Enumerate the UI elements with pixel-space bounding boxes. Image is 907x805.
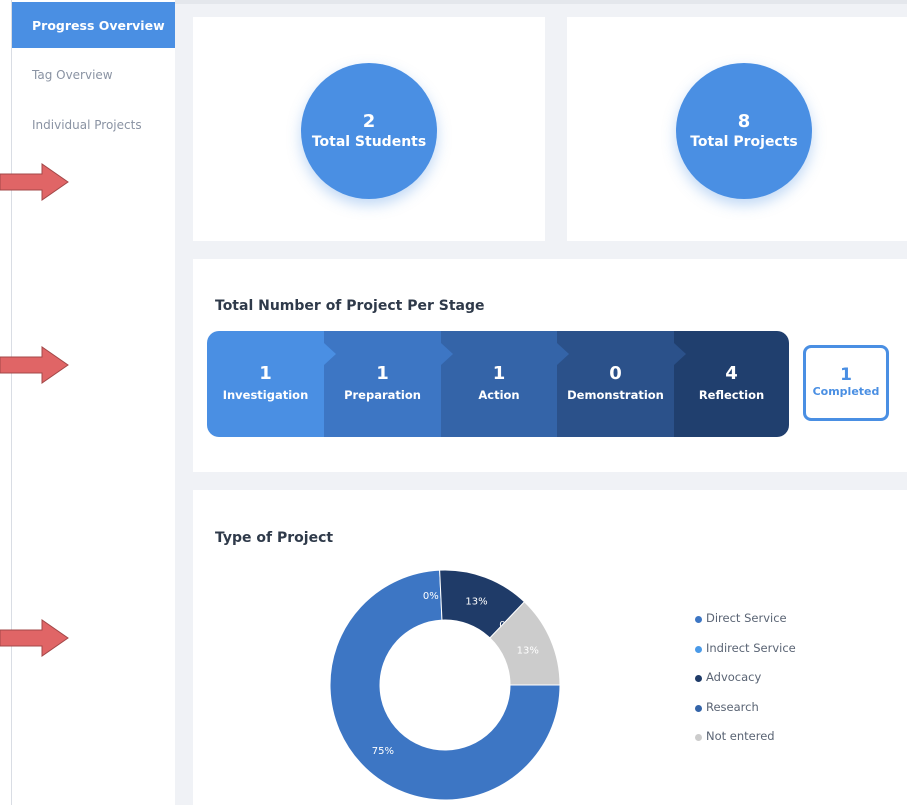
total-projects-value: 8 <box>737 111 751 132</box>
window-edge <box>0 0 12 805</box>
sidebar: Progress Overview Tag Overview Individua… <box>12 0 175 805</box>
legend-item-advocacy[interactable]: Advocacy <box>695 670 796 700</box>
total-projects-bubble: 8 Total Projects <box>676 63 812 199</box>
stage-value: 0 <box>609 363 622 384</box>
stage-label: Investigation <box>222 388 309 402</box>
legend-label: Advocacy <box>706 670 762 684</box>
total-students-label: Total Students <box>311 134 427 150</box>
legend-item-not-entered[interactable]: Not entered <box>695 729 796 759</box>
stage-value: 1 <box>259 363 272 384</box>
sidebar-item-progress-overview[interactable]: Progress Overview <box>12 2 175 48</box>
stage-chevron-icon <box>324 343 336 365</box>
legend-dot-icon <box>695 704 702 712</box>
slice-label-advocacy: 13% <box>465 597 487 608</box>
stage-value: 4 <box>725 363 738 384</box>
legend-label: Research <box>706 699 759 714</box>
stage-pipeline: 1 Investigation 1 Preparation 1 Action 0… <box>207 331 789 437</box>
completed-value: 1 <box>840 365 852 385</box>
total-students-card: 2 Total Students <box>193 17 545 241</box>
stage-label: Preparation <box>344 388 421 402</box>
slice-label-not-entered: 13% <box>517 646 539 657</box>
stage-label: Demonstration <box>567 388 664 402</box>
chart-legend: Direct Service Indirect Service Advocacy… <box>695 611 796 759</box>
stages-title: Total Number of Project Per Stage <box>215 298 485 314</box>
stage-value: 1 <box>492 363 506 384</box>
legend-item-indirect-service[interactable]: Indirect Service <box>695 641 796 671</box>
sidebar-item-tag-overview[interactable]: Tag Overview <box>12 52 175 98</box>
legend-label: Not entered <box>706 729 775 743</box>
slice-label-indirect-service: 0% <box>423 591 439 602</box>
slice-label-direct-service: 75% <box>372 746 394 757</box>
annotation-arrow-icon <box>0 163 69 201</box>
total-projects-label: Total Projects <box>690 134 798 150</box>
annotation-arrow-icon <box>0 346 69 384</box>
stage-demonstration[interactable]: 0 Demonstration <box>557 331 686 437</box>
stage-investigation[interactable]: 1 Investigation <box>207 331 336 437</box>
total-students-bubble: 2 Total Students <box>301 63 437 199</box>
legend-dot-icon <box>695 734 702 741</box>
legend-dot-icon <box>695 645 702 653</box>
legend-item-research[interactable]: Research <box>695 700 796 730</box>
stage-value: 1 <box>376 363 389 384</box>
legend-label: Direct Service <box>706 611 787 625</box>
completed-box[interactable]: 1 Completed <box>803 345 889 421</box>
stage-chevron-icon <box>674 343 686 365</box>
stage-preparation[interactable]: 1 Preparation <box>324 331 453 437</box>
stage-label: Action <box>478 388 520 402</box>
completed-label: Completed <box>812 385 880 398</box>
stage-reflection[interactable]: 4 Reflection <box>674 331 789 437</box>
stage-label: Reflection <box>698 388 765 402</box>
stage-chevron-icon <box>557 343 569 365</box>
legend-dot-icon <box>695 616 702 623</box>
sidebar-item-individual-projects[interactable]: Individual Projects <box>12 102 175 148</box>
project-type-title: Type of Project <box>215 530 334 546</box>
legend-label: Indirect Service <box>706 640 796 655</box>
stage-action[interactable]: 1 Action <box>441 331 569 437</box>
stage-chevron-icon <box>441 343 453 365</box>
legend-dot-icon <box>695 675 702 682</box>
annotation-arrow-icon <box>0 619 69 657</box>
total-projects-card: 8 Total Projects <box>567 17 907 241</box>
total-students-value: 2 <box>362 111 376 132</box>
legend-item-direct-service[interactable]: Direct Service <box>695 611 796 641</box>
project-type-donut-chart: 75%0%13%0%13% <box>329 569 561 801</box>
header-divider <box>175 0 907 4</box>
